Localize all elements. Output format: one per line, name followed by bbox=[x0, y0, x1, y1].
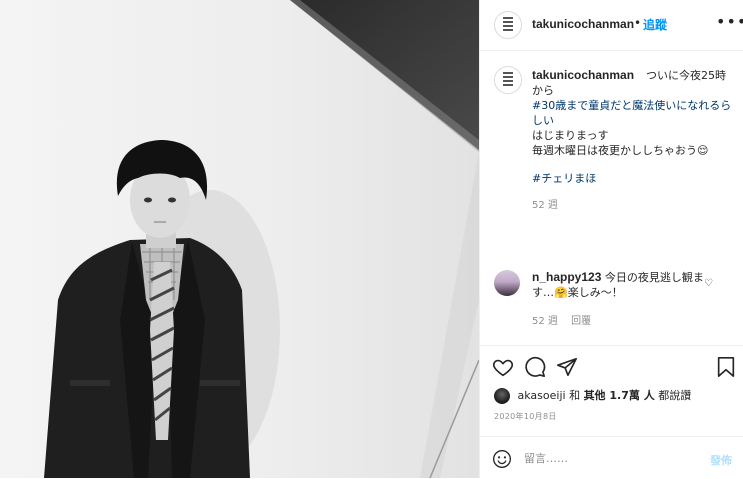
comment-meta: 52 週 回覆 bbox=[532, 312, 712, 327]
comment-input[interactable] bbox=[524, 449, 694, 467]
caption-avatar-icon[interactable] bbox=[494, 66, 522, 94]
liker-avatar[interactable] bbox=[494, 388, 510, 404]
likes-others-count[interactable]: 其他 1.7萬 人 bbox=[584, 389, 655, 402]
comment-reply-button[interactable]: 回覆 bbox=[571, 316, 591, 327]
action-bar bbox=[480, 345, 743, 386]
likes-suffix: 都說讚 bbox=[658, 389, 692, 402]
likes-summary: akasoeiji 和 其他 1.7萬 人 都說讚 bbox=[494, 387, 734, 405]
caption-username[interactable]: takunicochanman bbox=[532, 68, 634, 82]
post-photo[interactable] bbox=[0, 0, 479, 478]
post-comment-button[interactable]: 發佈 bbox=[710, 452, 732, 468]
instagram-post: takunicochanman • 追蹤 ••• takunicochanman… bbox=[0, 0, 743, 478]
profile-avatar-icon[interactable] bbox=[494, 11, 522, 39]
liker-username[interactable]: akasoeiji bbox=[518, 389, 566, 402]
add-comment-bar: 發佈 bbox=[480, 436, 743, 479]
post-side-panel: takunicochanman • 追蹤 ••• takunicochanman… bbox=[479, 0, 743, 478]
comment-text: n_happy123 今日の夜見逃し観ます…🤗楽しみ〜！ bbox=[532, 270, 712, 300]
caption-age[interactable]: 52 週 bbox=[532, 198, 732, 213]
bookmark-icon[interactable] bbox=[716, 356, 736, 378]
smiley-icon[interactable] bbox=[492, 449, 512, 469]
caption-text: takunicochanman ついに今夜25時から #30歳まで童貞だと魔法使い… bbox=[532, 68, 732, 213]
post-date[interactable]: 2020年10月8日 bbox=[494, 411, 557, 422]
commenter-avatar[interactable] bbox=[494, 270, 520, 296]
comment-age[interactable]: 52 週 bbox=[532, 316, 558, 327]
header-separator: • bbox=[634, 16, 642, 30]
follow-button[interactable]: 追蹤 bbox=[643, 16, 667, 33]
comment-username[interactable]: n_happy123 bbox=[532, 270, 601, 284]
heart-icon[interactable] bbox=[492, 356, 514, 378]
comment-like-heart-icon[interactable]: ♡ bbox=[704, 278, 713, 289]
paper-plane-icon[interactable] bbox=[556, 356, 578, 378]
likes-connector: 和 bbox=[569, 389, 581, 402]
caption-line2: はじまりまっす bbox=[532, 129, 609, 142]
caption-hashtag-1[interactable]: #30歳まで童貞だと魔法使いになれるらしい bbox=[532, 98, 732, 128]
post-header: takunicochanman • 追蹤 ••• bbox=[480, 0, 743, 51]
header-username[interactable]: takunicochanman bbox=[532, 17, 634, 31]
caption-line3: 毎週木曜日は夜更かししちゃおう😌 bbox=[532, 144, 709, 157]
photo-illustration bbox=[0, 0, 479, 478]
comment-bubble-icon[interactable] bbox=[524, 356, 546, 378]
more-options-icon[interactable]: ••• bbox=[716, 14, 743, 30]
caption-hashtag-2[interactable]: #チェリまほ bbox=[532, 171, 732, 186]
